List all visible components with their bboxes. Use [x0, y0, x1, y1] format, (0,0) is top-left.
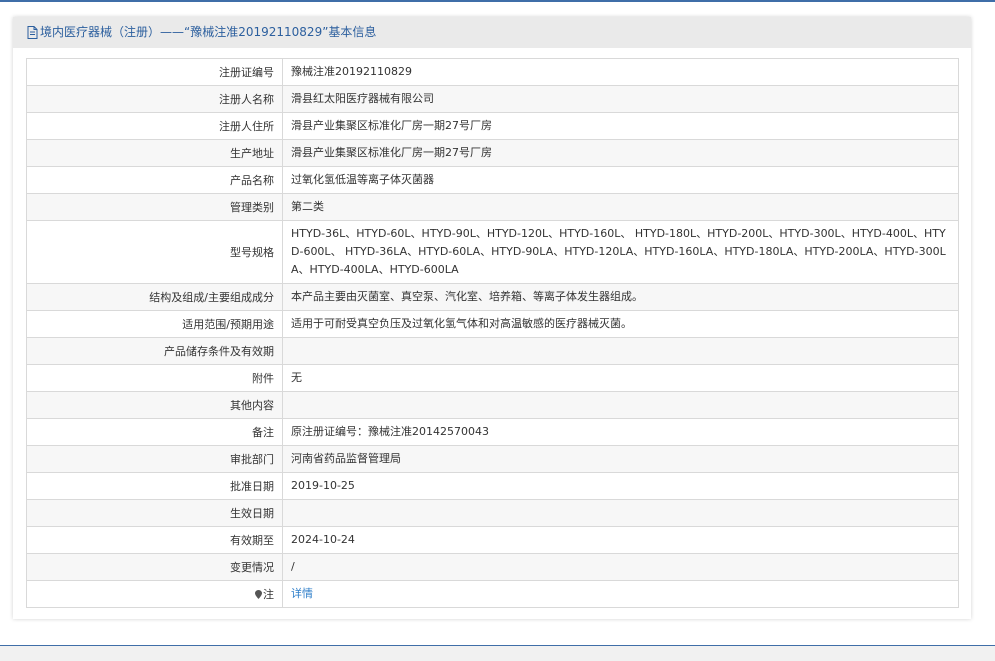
row-value	[282, 391, 959, 419]
row-label: 变更情况	[26, 553, 283, 581]
pin-icon	[255, 590, 262, 599]
table-row: 变更情况 /	[26, 553, 959, 581]
row-label: 注册人名称	[26, 85, 283, 113]
info-panel: 境内医疗器械（注册）——“豫械注准20192110829”基本信息 注册证编号 …	[13, 17, 971, 619]
row-label: 型号规格	[26, 220, 283, 284]
row-value: 过氧化氢低温等离子体灭菌器	[282, 166, 959, 194]
document-icon	[27, 26, 38, 39]
note-label-cell: 注	[26, 580, 283, 608]
row-value: 2024-10-24	[282, 526, 959, 554]
row-label: 生产地址	[26, 139, 283, 167]
table-row: 其他内容	[26, 391, 959, 419]
table-row: 附件 无	[26, 364, 959, 392]
row-value: 滑县产业集聚区标准化厂房一期27号厂房	[282, 139, 959, 167]
table-row: 注册人名称 滑县红太阳医疗器械有限公司	[26, 85, 959, 113]
table-row: 产品名称 过氧化氢低温等离子体灭菌器	[26, 166, 959, 194]
row-label: 结构及组成/主要组成成分	[26, 283, 283, 311]
table-row: 产品储存条件及有效期	[26, 337, 959, 365]
row-label: 备注	[26, 418, 283, 446]
row-value: 第二类	[282, 193, 959, 221]
table-row: 注册人住所 滑县产业集聚区标准化厂房一期27号厂房	[26, 112, 959, 140]
row-value: /	[282, 553, 959, 581]
row-label: 管理类别	[26, 193, 283, 221]
row-value: 本产品主要由灭菌室、真空泵、汽化室、培养箱、等离子体发生器组成。	[282, 283, 959, 311]
row-label: 生效日期	[26, 499, 283, 527]
table-row: 生产地址 滑县产业集聚区标准化厂房一期27号厂房	[26, 139, 959, 167]
panel-title: 境内医疗器械（注册）——“豫械注准20192110829”基本信息	[40, 25, 377, 39]
note-value-cell: 详情	[282, 580, 959, 608]
row-value: 2019-10-25	[282, 472, 959, 500]
row-label: 审批部门	[26, 445, 283, 473]
row-label: 注	[263, 588, 274, 601]
row-value: 豫械注准20192110829	[282, 58, 959, 86]
row-value: 滑县产业集聚区标准化厂房一期27号厂房	[282, 112, 959, 140]
row-value: 河南省药品监督管理局	[282, 445, 959, 473]
row-value: 滑县红太阳医疗器械有限公司	[282, 85, 959, 113]
row-value: 无	[282, 364, 959, 392]
panel-header: 境内医疗器械（注册）——“豫械注准20192110829”基本信息	[13, 17, 971, 48]
row-label: 有效期至	[26, 526, 283, 554]
row-value	[282, 499, 959, 527]
table-row: 有效期至 2024-10-24	[26, 526, 959, 554]
row-label: 产品名称	[26, 166, 283, 194]
table-row: 管理类别 第二类	[26, 193, 959, 221]
table-row: 适用范围/预期用途 适用于可耐受真空负压及过氧化氢气体和对高温敏感的医疗器械灭菌…	[26, 310, 959, 338]
bottom-bar	[0, 645, 995, 661]
row-value: HTYD-36L、HTYD-60L、HTYD-90L、HTYD-120L、HTY…	[282, 220, 959, 284]
row-label: 注册证编号	[26, 58, 283, 86]
row-label: 附件	[26, 364, 283, 392]
table-row: 型号规格 HTYD-36L、HTYD-60L、HTYD-90L、HTYD-120…	[26, 220, 959, 284]
table-row: 注 详情	[26, 580, 959, 608]
row-label: 注册人住所	[26, 112, 283, 140]
row-value: 原注册证编号：豫械注准20142570043	[282, 418, 959, 446]
top-border	[0, 0, 995, 2]
table-row: 审批部门 河南省药品监督管理局	[26, 445, 959, 473]
details-link[interactable]: 详情	[291, 587, 313, 600]
table-row: 生效日期	[26, 499, 959, 527]
row-value	[282, 337, 959, 365]
row-label: 批准日期	[26, 472, 283, 500]
table-row: 注册证编号 豫械注准20192110829	[26, 58, 959, 86]
row-label: 其他内容	[26, 391, 283, 419]
table-row: 结构及组成/主要组成成分 本产品主要由灭菌室、真空泵、汽化室、培养箱、等离子体发…	[26, 283, 959, 311]
row-value: 适用于可耐受真空负压及过氧化氢气体和对高温敏感的医疗器械灭菌。	[282, 310, 959, 338]
info-table: 注册证编号 豫械注准20192110829 注册人名称 滑县红太阳医疗器械有限公…	[26, 58, 959, 608]
table-row: 批准日期 2019-10-25	[26, 472, 959, 500]
row-label: 产品储存条件及有效期	[26, 337, 283, 365]
row-label: 适用范围/预期用途	[26, 310, 283, 338]
table-row: 备注 原注册证编号：豫械注准20142570043	[26, 418, 959, 446]
